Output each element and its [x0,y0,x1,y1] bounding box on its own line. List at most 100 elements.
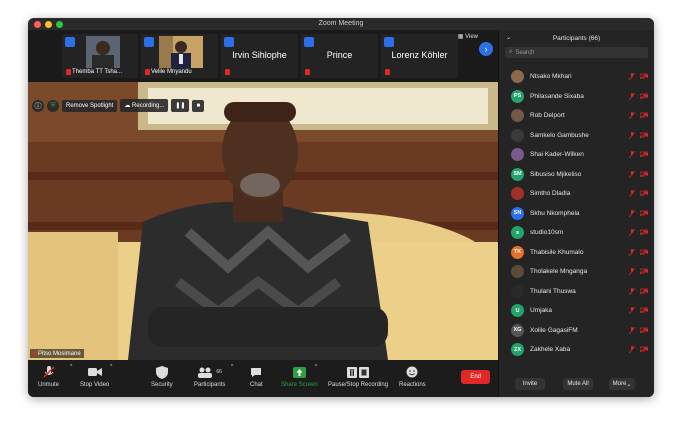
mute-all-button[interactable]: Mute All [563,378,593,390]
video-off-icon [640,326,648,333]
muted-mic-icon [629,307,635,314]
audio-icon [384,37,394,47]
participant-row[interactable]: SM Sibusiso Mjikeliso [499,165,654,185]
participant-tile[interactable]: Themba TT Tsha... [62,34,138,78]
participant-status-icons [629,170,648,178]
encryption-button[interactable]: ⛨ [47,99,59,112]
video-off-icon [640,268,648,274]
participant-name: Xolile GagasiFM [530,326,578,334]
audio-icon [144,37,154,47]
security-button[interactable]: Security [151,364,173,388]
participant-name: Prince [326,50,353,60]
security-label: Security [151,382,173,388]
panel-footer: Invite Mute All More ⌄ [499,378,654,390]
video-off-icon [640,73,648,79]
participant-row[interactable]: PS Philasande Sixaba [499,87,654,107]
more-button[interactable]: More ⌄ [609,378,635,390]
muted-mic-icon [629,346,635,353]
participant-name: studio10sm [530,229,564,237]
info-icon: ⓘ [34,102,42,110]
stop-video-button[interactable]: Stop Video [80,364,109,388]
video-off-icon [640,151,648,157]
muted-mic-icon [629,73,635,80]
window-title: Zoom Meeting [318,20,364,27]
reactions-button[interactable]: Reactions [399,364,426,388]
avatar: ZX [511,343,524,357]
view-button[interactable]: ▦ View [458,33,478,40]
participants-options-caret[interactable]: ^ [231,364,233,370]
avatar: XG [511,323,524,337]
participant-row[interactable]: ZX Zakhele Xaba [499,340,654,360]
participant-tile[interactable]: Lorenz Köhler [381,34,458,78]
meeting-main: Themba TT Tsha... Velile Mnyandu Irvin S… [28,30,498,397]
chevron-up-icon: ^ [231,364,234,370]
participant-name: Rob Delport [530,112,565,120]
participant-row[interactable]: XG Xolile GagasiFM [499,321,654,341]
participant-list: Ntsako Mkhari PS Philasande Sixaba Rob Delp… [499,67,654,367]
search-placeholder: Search [515,49,535,56]
avatar [511,70,524,84]
search-icon: ⌕ [509,49,513,55]
view-label: View [465,34,478,40]
participant-status-icons [629,326,648,334]
muted-mic-icon [629,112,635,119]
avatar [511,109,524,123]
pause-stop-recording-button[interactable]: Pause/Stop Recording [328,364,388,388]
participant-row[interactable]: Samkelo Gambushe [499,126,654,146]
participant-tile[interactable]: Velile Mnyandu [141,34,218,78]
speaker-video: ⓘ ⛨ Remove Spotlight ☁ Recording... ❚❚ ■… [28,82,498,360]
pause-stop-recording-label: Pause/Stop Recording [328,382,389,388]
participant-row[interactable]: Thulani Thuswa [499,282,654,302]
zoom-window: Zoom Meeting Themba TT Tsha... Velile Mn… [28,18,654,397]
participant-row[interactable]: Simtho Dladla [499,184,654,204]
pause-recording-button[interactable]: ❚❚ [171,99,190,112]
muted-mic-icon [629,190,635,197]
chevron-down-icon[interactable]: ⌄ [506,30,511,47]
participants-label: Participants [194,382,226,388]
chat-button[interactable]: Chat [250,364,263,388]
audio-options-caret[interactable]: ^ [70,364,72,370]
video-off-icon [640,170,648,177]
participant-name: Zakhele Xaba [530,346,571,354]
participant-name: Themba TT Tsha... [72,69,123,75]
shield-icon [151,364,173,380]
participant-row[interactable]: Shai Kader-Wilken [499,145,654,165]
video-options-caret[interactable]: ^ [110,364,112,370]
share-screen-button[interactable]: Share Screen [281,364,318,388]
participant-status-icons [629,131,648,139]
participant-search[interactable]: ⌕ Search [505,47,648,58]
participant-row[interactable]: Ntsako Mkhari [499,67,654,87]
cloud-icon: ☁ [124,103,131,109]
participant-row[interactable]: TK Thabisile Khumalo [499,243,654,263]
participant-tile[interactable]: Irvin Sihlophe [221,34,298,78]
share-screen-label: Share Screen [281,382,318,388]
next-page-button[interactable]: › [479,42,493,56]
participant-row[interactable]: SN Skhu Nkomphela [499,204,654,224]
participant-row[interactable]: s studio10sm [499,223,654,243]
stop-recording-button[interactable]: ■ [192,99,205,112]
avatar: SN [511,206,524,220]
avatar: TK [511,245,524,259]
participant-status-icons [629,73,648,80]
share-options-caret[interactable]: ^ [315,364,317,370]
remove-spotlight-button[interactable]: Remove Spotlight [62,99,118,112]
participant-status-icons [629,287,648,295]
participant-row[interactable]: Rob Delport [499,106,654,126]
participant-status-icons [629,190,648,197]
participant-name: Thabisile Khumalo [530,248,584,256]
unmute-button[interactable]: Unmute [38,364,59,388]
avatar [511,265,524,279]
participant-row[interactable]: Tholakele Mnganga [499,262,654,282]
end-meeting-button[interactable]: End [461,370,490,384]
speaker-name-tag: ▮ Pitso Mosimane [30,349,84,358]
info-button[interactable]: ⓘ [32,99,44,112]
participant-row[interactable]: U Umjaka [499,301,654,321]
avatar: U [511,304,524,318]
invite-button[interactable]: Invite [515,378,545,390]
people-icon: 66 [194,364,225,380]
stop-video-label: Stop Video [80,382,110,388]
speaker-video-frame [28,82,498,360]
participants-button[interactable]: 66 Participants [194,364,225,388]
panel-header: ⌄ Participants (66) [499,30,654,47]
participant-tile[interactable]: Prince [301,34,378,78]
